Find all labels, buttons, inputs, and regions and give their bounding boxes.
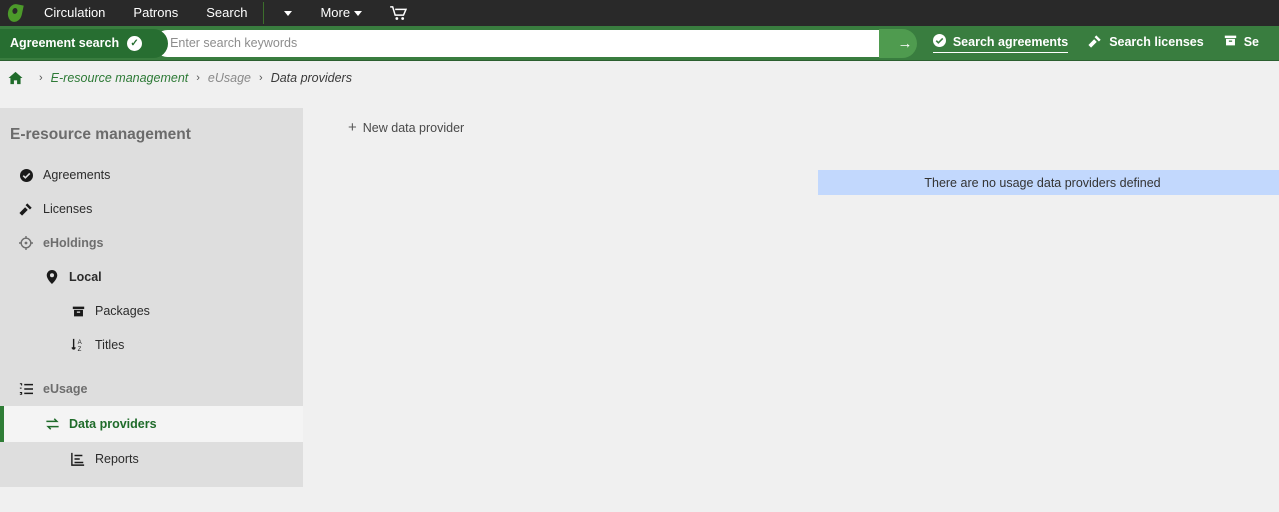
- chevron-down-icon: [354, 11, 363, 17]
- sidebar-item-eusage-label: eUsage: [43, 382, 88, 396]
- sidebar-item-licenses-label: Licenses: [43, 202, 93, 216]
- plus-icon: +: [348, 119, 357, 136]
- sidebar-item-data-providers-label: Data providers: [69, 417, 157, 431]
- map-pin-icon: [44, 270, 60, 284]
- search-options: Search agreements Search licenses Se: [932, 33, 1279, 53]
- exchange-icon: [44, 417, 60, 431]
- search-option-agreements-label: Search agreements: [952, 34, 1069, 49]
- sidebar-item-licenses[interactable]: Licenses: [0, 192, 303, 226]
- sidebar-item-local[interactable]: Local: [0, 260, 303, 294]
- sidebar-item-eusage[interactable]: eUsage: [0, 372, 303, 406]
- nav-item-search[interactable]: Search: [192, 0, 261, 26]
- sidebar: E-resource management Agreements License…: [0, 108, 303, 487]
- list-ordered-icon: [18, 382, 34, 396]
- breadcrumb-item-eusage: eUsage: [207, 71, 252, 85]
- nav-divider: [263, 2, 265, 24]
- sort-alpha-icon: AZ: [70, 338, 86, 352]
- koha-leaf-logo[interactable]: [0, 0, 30, 26]
- sidebar-item-reports[interactable]: Reports: [0, 442, 303, 476]
- shopping-cart-icon[interactable]: [376, 0, 421, 26]
- nav-item-circulation[interactable]: Circulation: [30, 0, 119, 26]
- search-option-packages-label: Se: [1243, 35, 1259, 49]
- nav-dropdown-toggle[interactable]: [266, 0, 306, 26]
- check-circle-icon: ✓: [127, 35, 143, 51]
- nav-item-patrons[interactable]: Patrons: [119, 0, 192, 26]
- top-navigation-bar: Circulation Patrons Search More: [0, 0, 1279, 26]
- sidebar-item-agreements[interactable]: Agreements: [0, 158, 303, 192]
- leaf-icon: [6, 2, 24, 24]
- new-data-provider-button[interactable]: + New data provider: [348, 120, 464, 135]
- search-bar: Agreement search ✓ → Search agreements S…: [0, 26, 1279, 61]
- search-option-licenses-label: Search licenses: [1109, 35, 1204, 49]
- nav-item-more-label: More: [320, 5, 351, 20]
- sidebar-item-reports-label: Reports: [95, 452, 139, 466]
- search-option-agreements[interactable]: Search agreements: [932, 33, 1069, 53]
- arrow-right-icon: →: [897, 34, 913, 52]
- sidebar-item-eholdings[interactable]: eHoldings: [0, 226, 303, 260]
- check-circle-icon: [18, 168, 34, 182]
- svg-text:A: A: [78, 339, 83, 346]
- breadcrumb-item-data-providers: Data providers: [270, 71, 352, 85]
- gavel-icon: [1088, 34, 1102, 51]
- new-data-provider-label: New data provider: [362, 120, 465, 135]
- sidebar-item-agreements-label: Agreements: [43, 168, 111, 182]
- nav-item-more[interactable]: More: [306, 0, 376, 26]
- breadcrumb: › E-resource management › eUsage › Data …: [0, 62, 1279, 94]
- search-submit-button[interactable]: →: [879, 28, 917, 58]
- agreement-search-pill[interactable]: Agreement search ✓: [0, 28, 169, 58]
- breadcrumb-separator: ›: [259, 72, 263, 84]
- sidebar-item-eholdings-label: eHoldings: [43, 236, 104, 250]
- gavel-icon: [18, 202, 34, 216]
- package-icon: [1224, 34, 1237, 50]
- empty-state-message: There are no usage data providers define…: [924, 175, 1161, 190]
- search-input[interactable]: [154, 29, 900, 57]
- sidebar-item-data-providers[interactable]: Data providers: [0, 406, 303, 442]
- chevron-down-icon: [284, 11, 293, 17]
- sidebar-item-titles[interactable]: AZ Titles: [0, 328, 303, 362]
- package-icon: [70, 305, 86, 318]
- svg-text:Z: Z: [78, 346, 82, 352]
- sidebar-title: E-resource management: [10, 126, 191, 143]
- breadcrumb-separator: ›: [39, 72, 43, 84]
- check-circle-icon: [932, 33, 946, 50]
- sidebar-item-local-label: Local: [69, 270, 102, 284]
- home-icon[interactable]: [8, 71, 23, 85]
- search-option-packages[interactable]: Se: [1224, 34, 1259, 52]
- agreement-search-pill-label: Agreement search: [10, 36, 120, 50]
- breadcrumb-separator: ›: [196, 72, 200, 84]
- sidebar-item-titles-label: Titles: [95, 338, 125, 352]
- sidebar-item-packages-label: Packages: [95, 304, 150, 318]
- empty-state-banner: There are no usage data providers define…: [818, 170, 1279, 195]
- search-option-licenses[interactable]: Search licenses: [1088, 34, 1204, 53]
- crosshair-icon: [18, 236, 34, 250]
- bar-chart-icon: [70, 452, 86, 466]
- sidebar-item-packages[interactable]: Packages: [0, 294, 303, 328]
- breadcrumb-item-eresource-management[interactable]: E-resource management: [51, 71, 189, 85]
